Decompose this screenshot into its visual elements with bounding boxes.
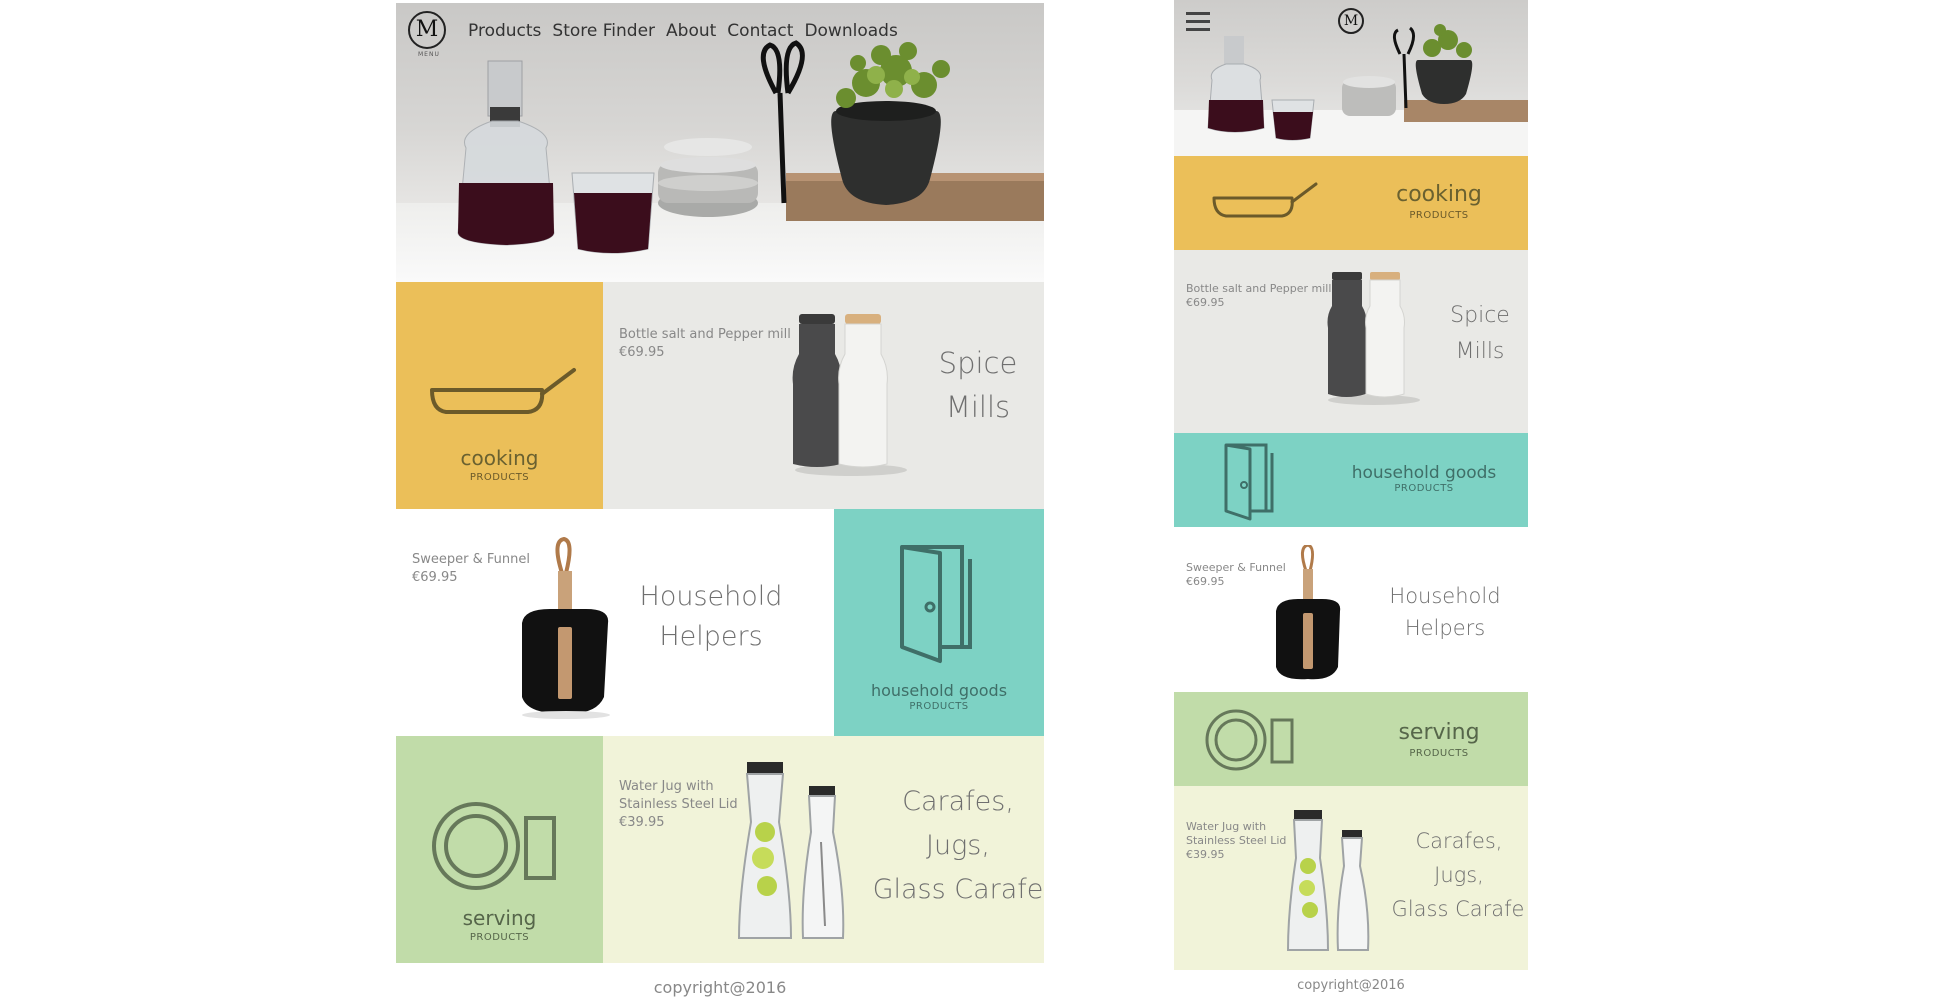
nav-menu: Products Store Finder About Contact Down…: [468, 21, 909, 41]
hamburger-icon[interactable]: [1186, 12, 1212, 32]
nav-link-store-finder[interactable]: Store Finder: [552, 21, 666, 41]
tile-title-line-3: Glass Carafe: [1391, 897, 1525, 921]
salt-pepper-mill-image: [1327, 272, 1420, 405]
brand-logo-caption: MENU: [418, 51, 440, 58]
product-name: Bottle salt and Pepper mill: [619, 327, 791, 342]
tile-title-line-1: Household: [1389, 584, 1501, 608]
nav-link-about[interactable]: About: [666, 21, 727, 41]
tile-title-line-3: Glass Carafe: [872, 874, 1044, 905]
product-name: Bottle salt and Pepper mill: [1186, 282, 1332, 295]
plate-and-cup-icon: [432, 802, 556, 890]
tile-title-line-1: Spice: [938, 346, 1018, 380]
mobile-layout: M cooking PRODUCTS Bottle salt and Peppe…: [1174, 0, 1528, 1000]
category-tile-household-goods[interactable]: household goods PRODUCTS: [834, 509, 1044, 736]
tile-title-line-2: Mills: [945, 390, 1011, 424]
product-name-line-2: Stainless Steel Lid: [619, 797, 738, 812]
product-name-line-2: Stainless Steel Lid: [1186, 834, 1287, 847]
category-subtitle: PRODUCTS: [469, 932, 530, 943]
mobile-product-tile-household-helpers[interactable]: Sweeper & Funnel €69.95 Household Helper…: [1174, 527, 1528, 692]
category-name: serving: [1398, 720, 1480, 745]
brand-logo[interactable]: M: [1338, 8, 1364, 34]
mobile-category-tile-serving[interactable]: serving PRODUCTS: [1174, 692, 1528, 786]
category-tile-cooking[interactable]: cooking PRODUCTS: [396, 282, 603, 509]
copyright-text: copyright@2016: [1297, 978, 1405, 993]
product-tile-carafes[interactable]: Water Jug with Stainless Steel Lid €39.9…: [603, 736, 1044, 963]
product-price: €39.95: [619, 815, 665, 830]
plate-and-cup-icon: [1205, 709, 1294, 771]
product-price: €69.95: [1186, 296, 1225, 309]
category-subtitle: PRODUCTS: [1394, 483, 1454, 494]
copyright-text: copyright@2016: [653, 978, 787, 997]
product-name-line-1: Water Jug with: [619, 779, 714, 794]
water-jug-image: [737, 762, 845, 939]
category-name: cooking: [1396, 182, 1482, 207]
category-name: household goods: [870, 681, 1008, 700]
tile-title-line-2: Mills: [1455, 339, 1505, 364]
product-tile-household-helpers[interactable]: Sweeper & Funnel €69.95 Household Helper…: [396, 509, 834, 736]
tile-title-line-2: Helpers: [659, 621, 763, 652]
door-icon: [900, 545, 972, 663]
tile-title-line-2: Jugs,: [926, 830, 990, 861]
category-subtitle: PRODUCTS: [909, 701, 969, 712]
product-tile-spice-mills[interactable]: Bottle salt and Pepper mill €69.95 Spice…: [603, 282, 1044, 509]
tile-title-line-1: Household: [639, 581, 783, 612]
category-name: household goods: [1351, 463, 1497, 483]
category-name: cooking: [460, 446, 539, 470]
category-name: serving: [462, 906, 537, 930]
mobile-hero-image: M: [1174, 0, 1528, 156]
sweeper-funnel-image: [522, 537, 610, 719]
category-subtitle: PRODUCTS: [1409, 748, 1469, 759]
category-subtitle: PRODUCTS: [1409, 210, 1469, 221]
nav-link-contact[interactable]: Contact: [727, 21, 804, 41]
mobile-category-tile-household-goods[interactable]: household goods PRODUCTS: [1174, 433, 1528, 527]
product-price: €69.95: [1186, 575, 1225, 588]
tile-title-line-2: Jugs,: [1434, 863, 1484, 887]
product-name-line-1: Water Jug with: [1186, 820, 1267, 833]
brand-logo[interactable]: M: [408, 11, 446, 49]
sweeper-funnel-image: [1276, 545, 1341, 680]
category-subtitle: PRODUCTS: [469, 472, 530, 483]
salt-pepper-mill-image: [792, 314, 907, 476]
desktop-layout: M MENU Products Store Finder About Conta…: [396, 3, 1044, 1000]
hero-image: M MENU Products Store Finder About Conta…: [396, 3, 1044, 282]
door-icon: [1224, 443, 1274, 521]
top-navigation: M MENU Products Store Finder About Conta…: [396, 3, 1044, 63]
tile-title-line-1: Spice: [1450, 303, 1510, 328]
frying-pan-icon: [1212, 182, 1318, 218]
mobile-product-tile-spice-mills[interactable]: Bottle salt and Pepper mill €69.95 Spice…: [1174, 250, 1528, 433]
tile-title-line-1: Carafes,: [1415, 829, 1503, 853]
tile-title-line-2: Helpers: [1404, 616, 1486, 640]
category-tile-serving[interactable]: serving PRODUCTS: [396, 736, 603, 963]
product-price: €69.95: [412, 570, 458, 585]
mobile-category-tile-cooking[interactable]: cooking PRODUCTS: [1174, 156, 1528, 250]
water-jug-image: [1286, 810, 1370, 951]
product-name: Sweeper & Funnel: [412, 552, 530, 567]
product-price: €69.95: [619, 345, 665, 360]
product-price: €39.95: [1186, 848, 1225, 861]
tile-title-line-1: Carafes,: [902, 786, 1014, 817]
nav-link-products[interactable]: Products: [468, 21, 552, 41]
nav-link-downloads[interactable]: Downloads: [804, 21, 908, 41]
frying-pan-icon: [430, 368, 576, 414]
mobile-product-tile-carafes[interactable]: Water Jug with Stainless Steel Lid €39.9…: [1174, 786, 1528, 970]
